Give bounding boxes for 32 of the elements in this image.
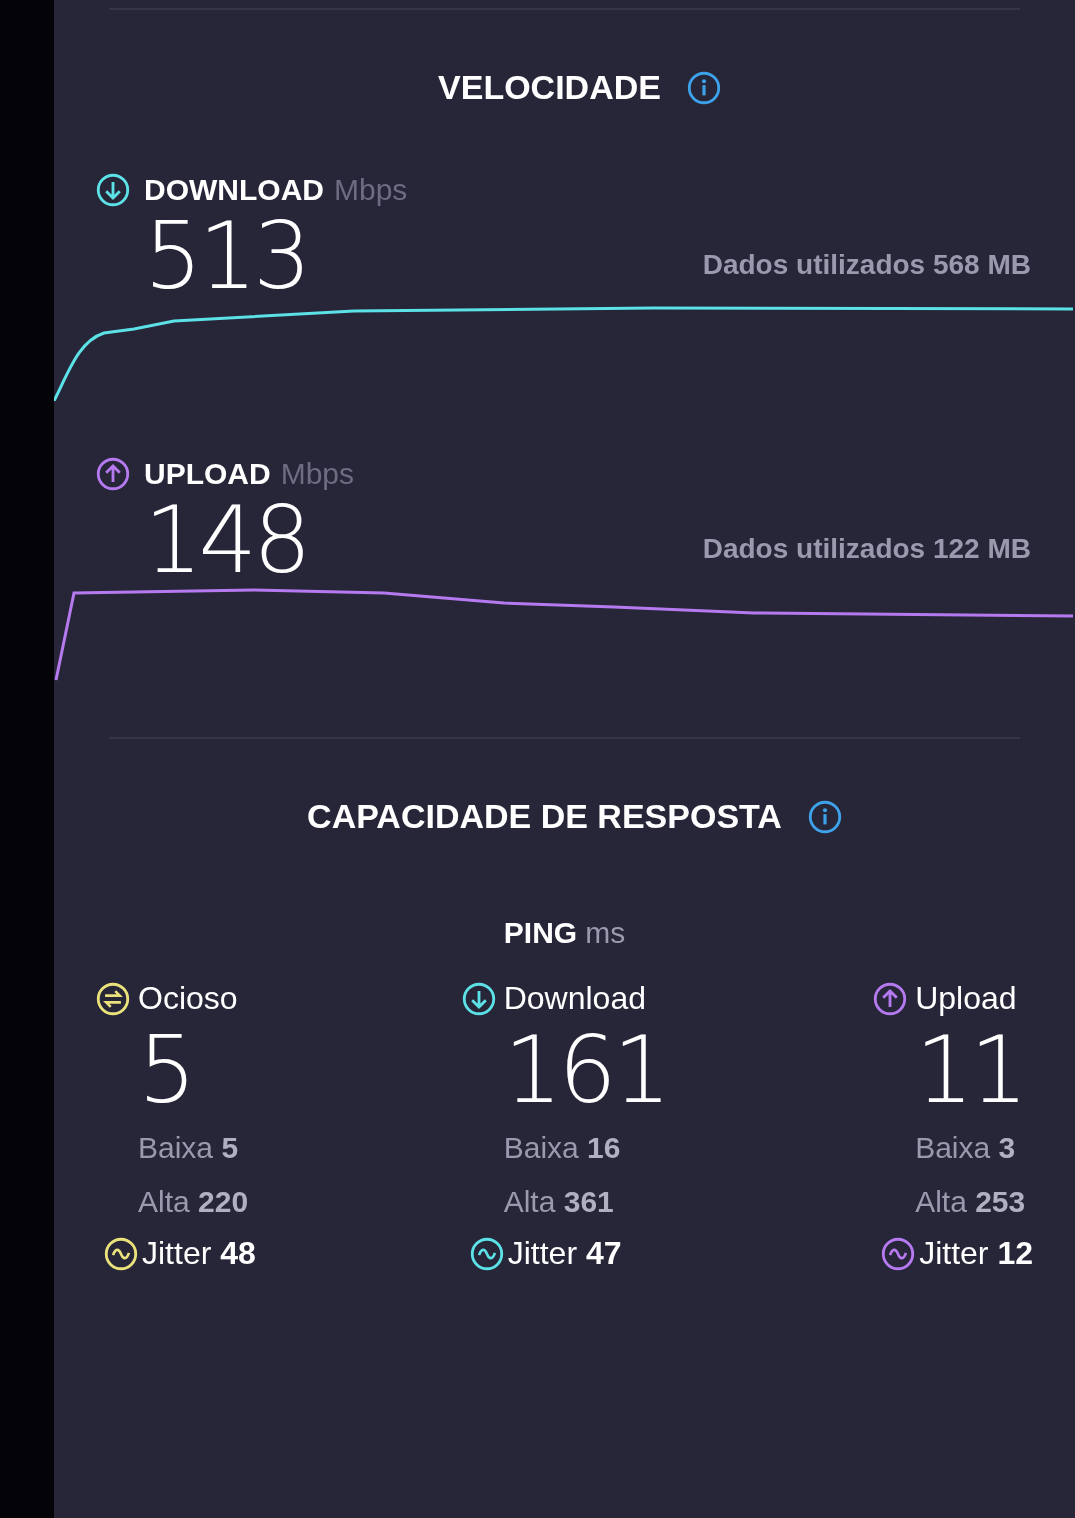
- unit-label: Mbps: [280, 457, 355, 491]
- ping-value: 161: [503, 1021, 668, 1121]
- section-title: VELOCIDADE: [438, 68, 661, 107]
- metric-label: DOWNLOAD: [144, 173, 324, 207]
- info-icon[interactable]: [807, 799, 842, 834]
- metric-label: UPLOAD: [144, 457, 271, 491]
- ping-type-label: Ocioso: [138, 980, 238, 1017]
- ping-type-label: Download: [503, 980, 646, 1017]
- section-title: CAPACIDADE DE RESPOSTA: [307, 797, 782, 836]
- wave-icon: [881, 1236, 916, 1271]
- low-ping-text: Baixa 5: [138, 1130, 240, 1166]
- info-icon[interactable]: [686, 70, 721, 105]
- unit-label: Mbps: [334, 173, 408, 207]
- wave-icon: [469, 1236, 504, 1271]
- ping-label: PING: [503, 916, 578, 950]
- low-ping-text: Baixa 3: [915, 1130, 1017, 1166]
- unit-label: ms: [585, 916, 626, 950]
- data-used-text: Dados utilizados 122 MB: [701, 532, 1031, 566]
- high-ping-text: Alta 220: [138, 1184, 250, 1220]
- data-used-text: Dados utilizados 568 MB: [701, 248, 1031, 282]
- high-ping-text: Alta 361: [503, 1184, 615, 1220]
- ping-value: 5: [138, 1021, 194, 1121]
- jitter-text: Jitter 48: [142, 1235, 256, 1272]
- jitter-text: Jitter 12: [919, 1235, 1033, 1272]
- low-ping-text: Baixa 16: [503, 1130, 622, 1166]
- ping-type-label: Upload: [915, 980, 1017, 1017]
- speed-value: 513: [144, 207, 308, 307]
- ping-value: 11: [915, 1021, 1026, 1121]
- speed-value: 148: [144, 491, 308, 591]
- wave-icon: [104, 1236, 138, 1271]
- jitter-text: Jitter 47: [507, 1235, 622, 1272]
- high-ping-text: Alta 253: [915, 1184, 1027, 1220]
